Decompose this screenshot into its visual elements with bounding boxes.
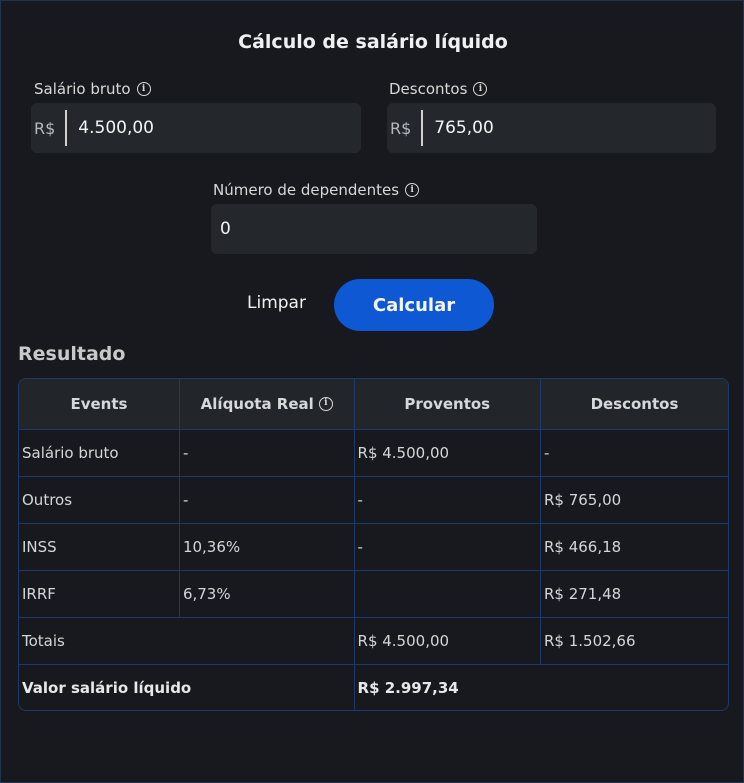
cell-descontos: - xyxy=(539,428,728,477)
header-descontos: Descontos xyxy=(539,379,728,430)
cell-event: IRRF xyxy=(19,569,180,618)
cell-descontos: R$ 466,18 xyxy=(539,522,728,571)
page-title: Cálculo de salário líquido xyxy=(238,31,508,53)
cell-aliquota: 10,36% xyxy=(178,522,355,571)
info-icon[interactable]: i xyxy=(405,183,420,197)
descontos-label: Descontos i xyxy=(389,80,488,98)
net-salary-row: Valor salário líquido R$ 2.997,34 xyxy=(19,663,728,710)
salario-bruto-label: Salário bruto i xyxy=(34,80,151,98)
header-proventos: Proventos xyxy=(353,379,541,430)
cell-event: Outros xyxy=(19,475,180,524)
cell-event: Salário bruto xyxy=(19,428,180,477)
dependentes-value[interactable]: 0 xyxy=(211,219,231,239)
cell-descontos: R$ 271,48 xyxy=(539,569,728,618)
info-icon[interactable]: i xyxy=(318,396,333,411)
cell-proventos: - xyxy=(353,522,541,571)
header-events: Events xyxy=(19,379,180,430)
salario-bruto-label-text: Salário bruto xyxy=(34,80,131,98)
cell-aliquota: 6,73% xyxy=(178,569,355,618)
totals-proventos: R$ 4.500,00 xyxy=(353,616,541,665)
currency-prefix: R$ xyxy=(390,118,412,138)
table-row: Outros - - R$ 765,00 xyxy=(19,475,728,524)
table-row: IRRF 6,73% R$ 271,48 xyxy=(19,569,728,618)
clear-button[interactable]: Limpar xyxy=(247,293,306,313)
cell-aliquota: - xyxy=(178,475,355,524)
currency-prefix: R$ xyxy=(34,118,56,138)
result-table: Events Alíquota Real i Proventos Descont… xyxy=(18,378,729,711)
info-icon[interactable]: i xyxy=(473,82,488,96)
result-title: Resultado xyxy=(18,343,126,365)
net-salary-value: R$ 2.997,34 xyxy=(353,663,728,710)
cell-aliquota: - xyxy=(178,428,355,477)
dependentes-label-text: Número de dependentes xyxy=(213,181,400,199)
descontos-input[interactable]: R$ 765,00 xyxy=(387,103,716,153)
cell-proventos xyxy=(353,569,541,618)
totals-row: Totais R$ 4.500,00 R$ 1.502,66 xyxy=(19,616,728,665)
table-header-row: Events Alíquota Real i Proventos Descont… xyxy=(19,379,728,430)
table-row: Salário bruto - R$ 4.500,00 - xyxy=(19,428,728,477)
cell-proventos: - xyxy=(353,475,541,524)
cell-descontos: R$ 765,00 xyxy=(539,475,728,524)
info-icon[interactable]: i xyxy=(136,82,151,96)
descontos-label-text: Descontos xyxy=(389,80,468,98)
calculator-panel: Cálculo de salário líquido Salário bruto… xyxy=(0,0,744,783)
table-row: INSS 10,36% - R$ 466,18 xyxy=(19,522,728,571)
header-aliquota: Alíquota Real i xyxy=(178,379,355,430)
salario-bruto-input[interactable]: R$ 4.500,00 xyxy=(31,103,361,153)
dependentes-label: Número de dependentes i xyxy=(213,181,420,199)
totals-descontos: R$ 1.502,66 xyxy=(539,616,728,665)
totals-label: Totais xyxy=(19,616,355,665)
cell-event: INSS xyxy=(19,522,180,571)
cell-proventos: R$ 4.500,00 xyxy=(353,428,541,477)
salario-bruto-value[interactable]: 4.500,00 xyxy=(67,118,154,138)
calculate-button[interactable]: Calcular xyxy=(334,279,494,331)
dependentes-input[interactable]: 0 xyxy=(211,204,537,254)
net-salary-label: Valor salário líquido xyxy=(19,663,355,710)
descontos-value[interactable]: 765,00 xyxy=(423,118,493,138)
header-aliquota-label: Alíquota Real xyxy=(200,394,314,413)
